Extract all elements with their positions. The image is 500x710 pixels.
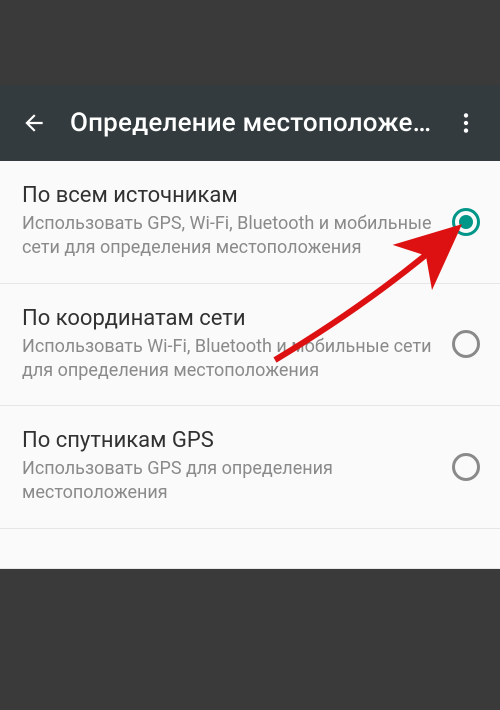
- arrow-back-icon: [21, 110, 47, 136]
- radio-outer-icon: [452, 453, 480, 481]
- option-network[interactable]: По координатам сети Использовать Wi-Fi, …: [0, 284, 500, 407]
- option-title: По спутникам GPS: [22, 428, 440, 453]
- footer-space: [0, 529, 500, 569]
- screen: Определение местоположен… По всем источн…: [0, 0, 500, 710]
- option-desc: Использовать GPS для определения местопо…: [22, 457, 440, 506]
- back-button[interactable]: [12, 101, 56, 145]
- option-text: По всем источникам Использовать GPS, Wi-…: [22, 183, 452, 261]
- option-title: По координатам сети: [22, 306, 440, 331]
- option-text: По координатам сети Использовать Wi-Fi, …: [22, 306, 452, 384]
- page-title: Определение местоположен…: [56, 108, 444, 138]
- radio-outer-icon: [452, 330, 480, 358]
- radio-button[interactable]: [452, 208, 480, 236]
- option-high-accuracy[interactable]: По всем источникам Использовать GPS, Wi-…: [0, 161, 500, 284]
- more-vert-icon: [453, 110, 479, 136]
- radio-inner-icon: [459, 215, 473, 229]
- option-desc: Использовать Wi-Fi, Bluetooth и мобильны…: [22, 335, 440, 384]
- option-desc: Использовать GPS, Wi-Fi, Bluetooth и моб…: [22, 212, 440, 261]
- radio-button[interactable]: [452, 453, 480, 481]
- app-bar: Определение местоположен…: [0, 85, 500, 161]
- option-text: По спутникам GPS Использовать GPS для оп…: [22, 428, 452, 506]
- options-list: По всем источникам Использовать GPS, Wi-…: [0, 161, 500, 569]
- option-gps-only[interactable]: По спутникам GPS Использовать GPS для оп…: [0, 406, 500, 529]
- radio-button[interactable]: [452, 330, 480, 358]
- more-button[interactable]: [444, 101, 488, 145]
- option-title: По всем источникам: [22, 183, 440, 208]
